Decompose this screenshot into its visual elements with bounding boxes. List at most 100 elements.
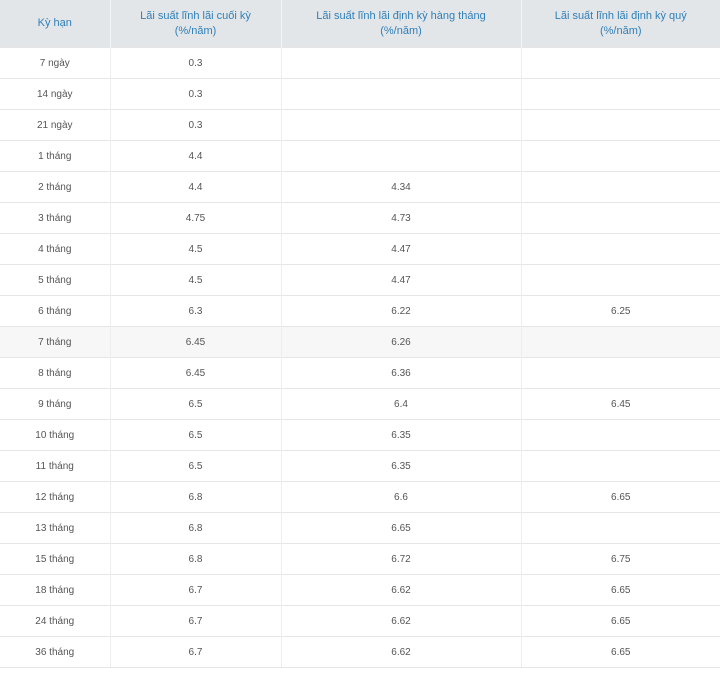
table-row: 2 tháng 4.4 4.34 [0,171,720,203]
monthly-rate-cell: 6.6 [281,481,522,513]
end-of-term-rate-cell: 4.5 [110,264,282,296]
quarterly-rate-cell [521,419,720,451]
quarterly-rate-cell: 6.75 [521,543,720,575]
term-cell: 14 ngày [0,78,111,110]
monthly-rate-cell [281,78,522,110]
table-row: 15 tháng 6.8 6.72 6.75 [0,543,720,575]
header-term-label: Kỳ hạn [37,17,72,29]
monthly-rate-cell: 6.35 [281,419,522,451]
end-of-term-rate-cell: 6.45 [110,326,282,358]
term-cell: 24 tháng [0,605,111,637]
quarterly-rate-cell [521,202,720,234]
monthly-rate-cell: 6.65 [281,512,522,544]
quarterly-rate-cell [521,357,720,389]
quarterly-rate-cell [521,450,720,482]
quarterly-rate-cell [521,47,720,79]
monthly-rate-cell: 6.62 [281,574,522,606]
end-of-term-rate-cell: 4.4 [110,171,282,203]
monthly-rate-cell: 6.35 [281,450,522,482]
end-of-term-rate-cell: 6.3 [110,295,282,327]
table-row: 5 tháng 4.5 4.47 [0,264,720,296]
table-row: 12 tháng 6.8 6.6 6.65 [0,481,720,513]
quarterly-rate-cell: 6.65 [521,574,720,606]
term-cell: 15 tháng [0,543,111,575]
term-cell: 13 tháng [0,512,111,544]
term-cell: 9 tháng [0,388,111,420]
header-end-of-term-label: Lãi suất lĩnh lãi cuối kỳ [140,9,251,22]
end-of-term-rate-cell: 6.5 [110,419,282,451]
monthly-rate-cell: 6.62 [281,636,522,668]
quarterly-rate-cell: 6.25 [521,295,720,327]
table-row: 1 tháng 4.4 [0,140,720,172]
header-monthly-label: Lãi suất lĩnh lãi định kỳ hàng tháng [316,9,486,22]
rates-table-container: Kỳ hạn Lãi suất lĩnh lãi cuối kỳ (%/năm)… [0,0,720,679]
quarterly-rate-cell [521,171,720,203]
header-end-of-term-rate: Lãi suất lĩnh lãi cuối kỳ (%/năm) [110,0,282,48]
monthly-rate-cell [281,109,522,141]
monthly-rate-cell [281,140,522,172]
end-of-term-rate-cell: 0.3 [110,109,282,141]
header-quarterly-label: Lãi suất lĩnh lãi định kỳ quý [554,9,687,22]
quarterly-rate-cell: 6.45 [521,388,720,420]
end-of-term-rate-cell: 4.4 [110,140,282,172]
end-of-term-rate-cell: 4.75 [110,202,282,234]
term-cell: 7 ngày [0,47,111,79]
end-of-term-rate-cell: 6.45 [110,357,282,389]
term-cell: 4 tháng [0,233,111,265]
table-row: 36 tháng 6.7 6.62 6.65 [0,636,720,668]
table-header: Kỳ hạn Lãi suất lĩnh lãi cuối kỳ (%/năm)… [0,0,720,48]
header-row: Kỳ hạn Lãi suất lĩnh lãi cuối kỳ (%/năm)… [0,0,720,48]
header-quarterly-unit: (%/năm) [599,24,642,37]
end-of-term-rate-cell: 4.5 [110,233,282,265]
end-of-term-rate-cell: 6.5 [110,388,282,420]
quarterly-rate-cell [521,326,720,358]
monthly-rate-cell: 4.73 [281,202,522,234]
table-row: 13 tháng 6.8 6.65 [0,512,720,544]
table-row: 24 tháng 6.7 6.62 6.65 [0,605,720,637]
term-cell: 7 tháng [0,326,111,358]
monthly-rate-cell: 6.62 [281,605,522,637]
table-row: 3 tháng 4.75 4.73 [0,202,720,234]
quarterly-rate-cell [521,264,720,296]
header-quarterly-rate: Lãi suất lĩnh lãi định kỳ quý (%/năm) [521,0,720,48]
header-end-of-term-unit: (%/năm) [174,24,217,37]
quarterly-rate-cell: 6.65 [521,636,720,668]
table-row: 8 tháng 6.45 6.36 [0,357,720,389]
term-cell: 11 tháng [0,450,111,482]
table-row: 7 tháng 6.45 6.26 [0,326,720,358]
end-of-term-rate-cell: 0.3 [110,78,282,110]
quarterly-rate-cell: 6.65 [521,481,720,513]
quarterly-rate-cell [521,140,720,172]
term-cell: 18 tháng [0,574,111,606]
term-cell: 12 tháng [0,481,111,513]
end-of-term-rate-cell: 6.8 [110,481,282,513]
header-monthly-rate: Lãi suất lĩnh lãi định kỳ hàng tháng (%/… [281,0,522,48]
monthly-rate-cell: 6.22 [281,295,522,327]
end-of-term-rate-cell: 6.7 [110,636,282,668]
term-cell: 6 tháng [0,295,111,327]
quarterly-rate-cell [521,233,720,265]
end-of-term-rate-cell: 6.5 [110,450,282,482]
interest-rate-table: Kỳ hạn Lãi suất lĩnh lãi cuối kỳ (%/năm)… [0,0,720,668]
table-row: 21 ngày 0.3 [0,109,720,141]
term-cell: 2 tháng [0,171,111,203]
table-row: 7 ngày 0.3 [0,47,720,79]
header-term: Kỳ hạn [0,0,111,48]
monthly-rate-cell: 4.47 [281,264,522,296]
monthly-rate-cell [281,47,522,79]
term-cell: 10 tháng [0,419,111,451]
quarterly-rate-cell [521,109,720,141]
end-of-term-rate-cell: 6.8 [110,543,282,575]
monthly-rate-cell: 4.47 [281,233,522,265]
table-row: 4 tháng 4.5 4.47 [0,233,720,265]
table-row: 11 tháng 6.5 6.35 [0,450,720,482]
monthly-rate-cell: 6.72 [281,543,522,575]
term-cell: 3 tháng [0,202,111,234]
term-cell: 1 tháng [0,140,111,172]
monthly-rate-cell: 4.34 [281,171,522,203]
term-cell: 8 tháng [0,357,111,389]
end-of-term-rate-cell: 6.8 [110,512,282,544]
quarterly-rate-cell [521,78,720,110]
table-body: 7 ngày 0.3 14 ngày 0.3 21 ngày 0.3 1 tháng 4.4 2… [0,47,720,668]
quarterly-rate-cell [521,512,720,544]
